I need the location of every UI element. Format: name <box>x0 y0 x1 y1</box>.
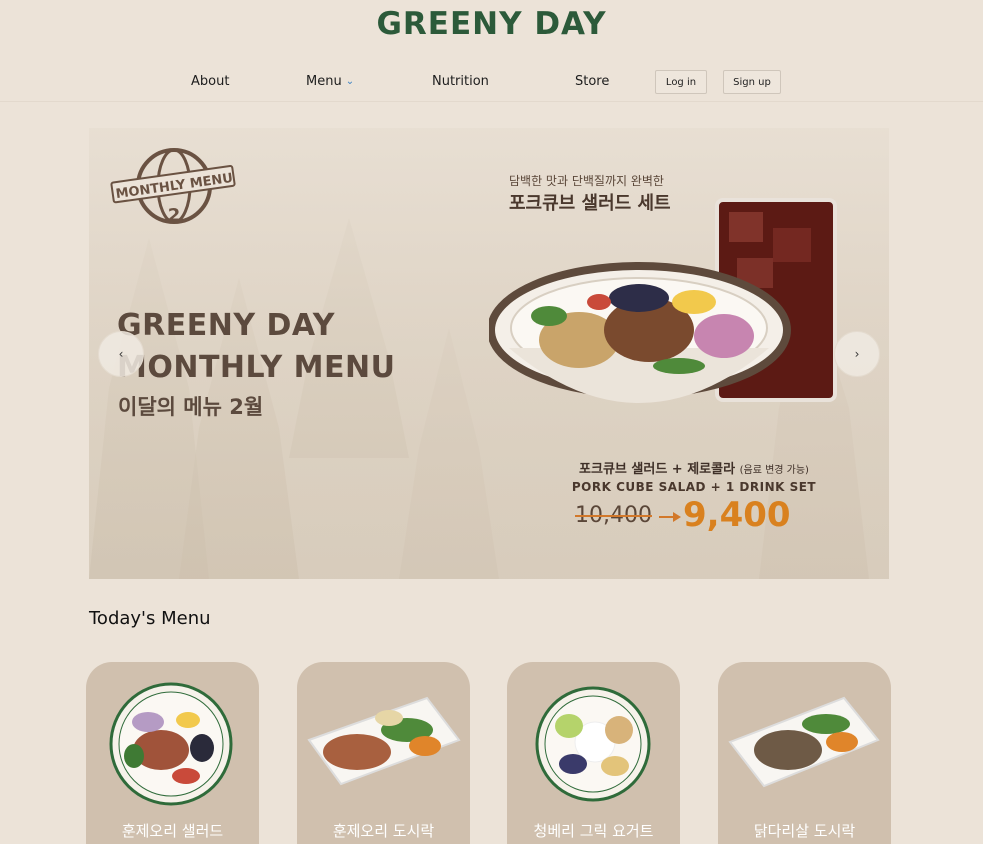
nav-about[interactable]: About <box>191 74 229 89</box>
offer-name: 포크큐브 샐러드 + 제로콜라 <box>579 462 736 477</box>
headline-line-2: MONTHLY MENU <box>117 350 396 385</box>
chevron-right-icon: › <box>854 347 860 361</box>
menu-card[interactable]: 훈제오리 도시락 <box>297 662 470 844</box>
duck-lunchbox-image <box>307 696 461 786</box>
menu-card-label: 훈제오리 도시락 <box>332 822 435 840</box>
nav-store[interactable]: Store <box>575 74 609 89</box>
offer-note: (음료 변경 가능) <box>739 465 809 476</box>
monthly-menu-badge-icon: MONTHLY MENU 2 <box>110 148 236 226</box>
menu-card-label: 청베리 그릭 요거트 <box>533 822 654 840</box>
carousel-prev-button[interactable]: ‹ <box>98 331 144 377</box>
banner-headline: GREENY DAY MONTHLY MENU <box>117 305 395 389</box>
nav-menu[interactable]: Menu ⌄ <box>306 74 354 89</box>
login-button[interactable]: Log in <box>655 70 707 94</box>
badge-number: 2 <box>168 205 181 226</box>
salad-set-image <box>489 198 837 403</box>
greek-yogurt-image <box>535 686 651 802</box>
duck-salad-image <box>109 682 233 806</box>
chevron-down-icon: ⌄ <box>345 76 355 87</box>
menu-card[interactable]: 훈제오리 샐러드 <box>86 662 259 844</box>
offer-description: 포크큐브 샐러드 + 제로콜라 (음료 변경 가능) <box>509 458 879 477</box>
section-title: Today's Menu <box>89 608 211 629</box>
arrow-right-icon <box>659 512 681 522</box>
menu-card-label: 훈제오리 샐러드 <box>121 822 224 840</box>
sale-price: 9,400 <box>683 495 791 535</box>
brand-logo[interactable]: GREENY DAY <box>0 6 983 42</box>
main-nav: About Menu ⌄ Nutrition Store Log in Sign … <box>0 70 983 96</box>
original-price: 10,400 <box>575 503 652 528</box>
headline-line-1: GREENY DAY <box>117 308 335 343</box>
signup-button[interactable]: Sign up <box>723 70 781 94</box>
banner-subtitle: 이달의 메뉴 2월 <box>118 395 264 419</box>
chevron-left-icon: ‹ <box>118 347 124 361</box>
header-divider <box>0 101 983 102</box>
promo-tagline: 담백한 맛과 단백질까지 완벽한 <box>509 174 664 188</box>
menu-card[interactable]: 청베리 그릭 요거트 <box>507 662 680 844</box>
offer-english: PORK CUBE SALAD + 1 DRINK SET <box>571 480 817 494</box>
menu-card[interactable]: 닭다리살 도시락 <box>718 662 891 844</box>
menu-card-label: 닭다리살 도시락 <box>753 822 856 840</box>
chicken-lunchbox-image <box>728 696 880 788</box>
nav-menu-label: Menu <box>306 74 342 89</box>
promo-banner: MONTHLY MENU 2 GREENY DAY MONTHLY MENU 이… <box>89 128 889 579</box>
nav-nutrition[interactable]: Nutrition <box>432 74 489 89</box>
carousel-next-button[interactable]: › <box>834 331 880 377</box>
